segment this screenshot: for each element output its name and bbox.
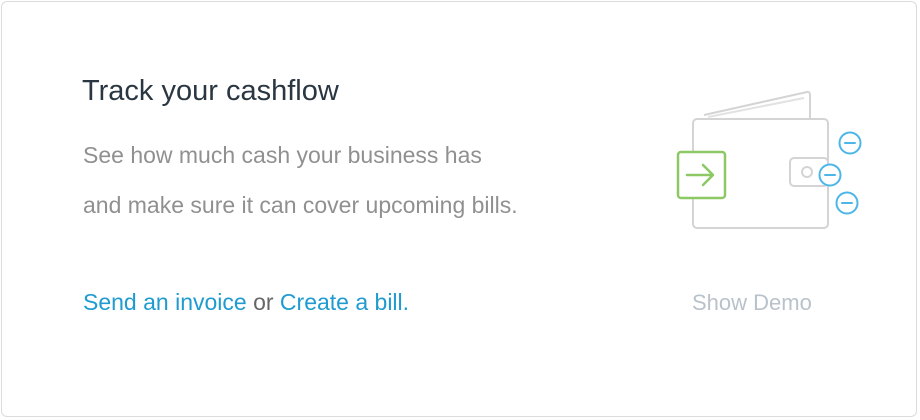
or-text: or xyxy=(253,289,274,315)
wallet-icon xyxy=(662,82,872,242)
card-actions: Send an invoice or Create a bill. xyxy=(83,287,409,317)
send-invoice-link[interactable]: Send an invoice xyxy=(83,289,247,315)
card-title: Track your cashflow xyxy=(82,75,339,107)
show-demo-button[interactable]: Show Demo xyxy=(692,288,812,318)
card-description-line-2: and make sure it can cover upcoming bill… xyxy=(83,192,518,218)
card-description-line-1: See how much cash your business has xyxy=(83,142,482,168)
create-bill-link[interactable]: Create a bill. xyxy=(280,289,409,315)
cashflow-card: Track your cashflow See how much cash yo… xyxy=(1,1,917,417)
